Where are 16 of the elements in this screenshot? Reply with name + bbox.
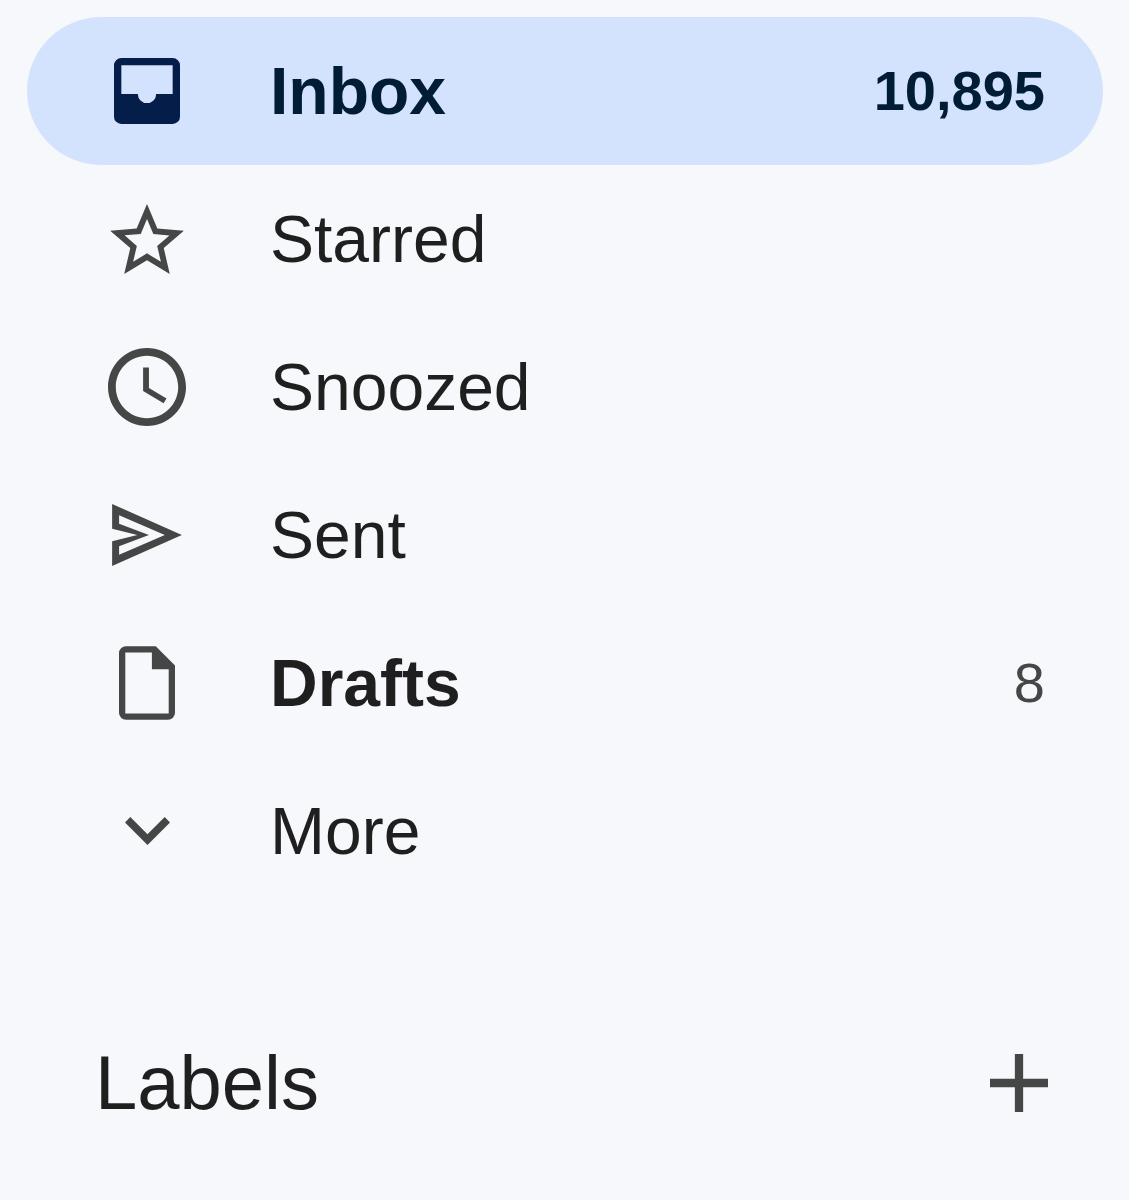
nav-item[interactable]: Starred <box>27 165 1103 313</box>
clock-icon <box>108 348 186 426</box>
send-icon <box>112 504 182 566</box>
unread-count: 8 <box>1013 655 1045 711</box>
unread-count: 10,895 <box>873 63 1045 119</box>
plus-icon <box>990 1054 1048 1112</box>
document-icon <box>119 646 175 720</box>
nav-item[interactable]: Inbox 10,895 <box>27 17 1103 165</box>
more-toggle[interactable]: More <box>27 757 1103 905</box>
labels-heading: Labels <box>95 1045 319 1121</box>
nav-item[interactable]: Snoozed <box>27 313 1103 461</box>
star-icon <box>110 204 184 274</box>
nav-item[interactable]: Sent <box>27 461 1103 609</box>
inbox-icon <box>114 58 180 124</box>
nav-item[interactable]: Drafts 8 <box>27 609 1103 757</box>
add-label-button[interactable] <box>990 1054 1048 1112</box>
